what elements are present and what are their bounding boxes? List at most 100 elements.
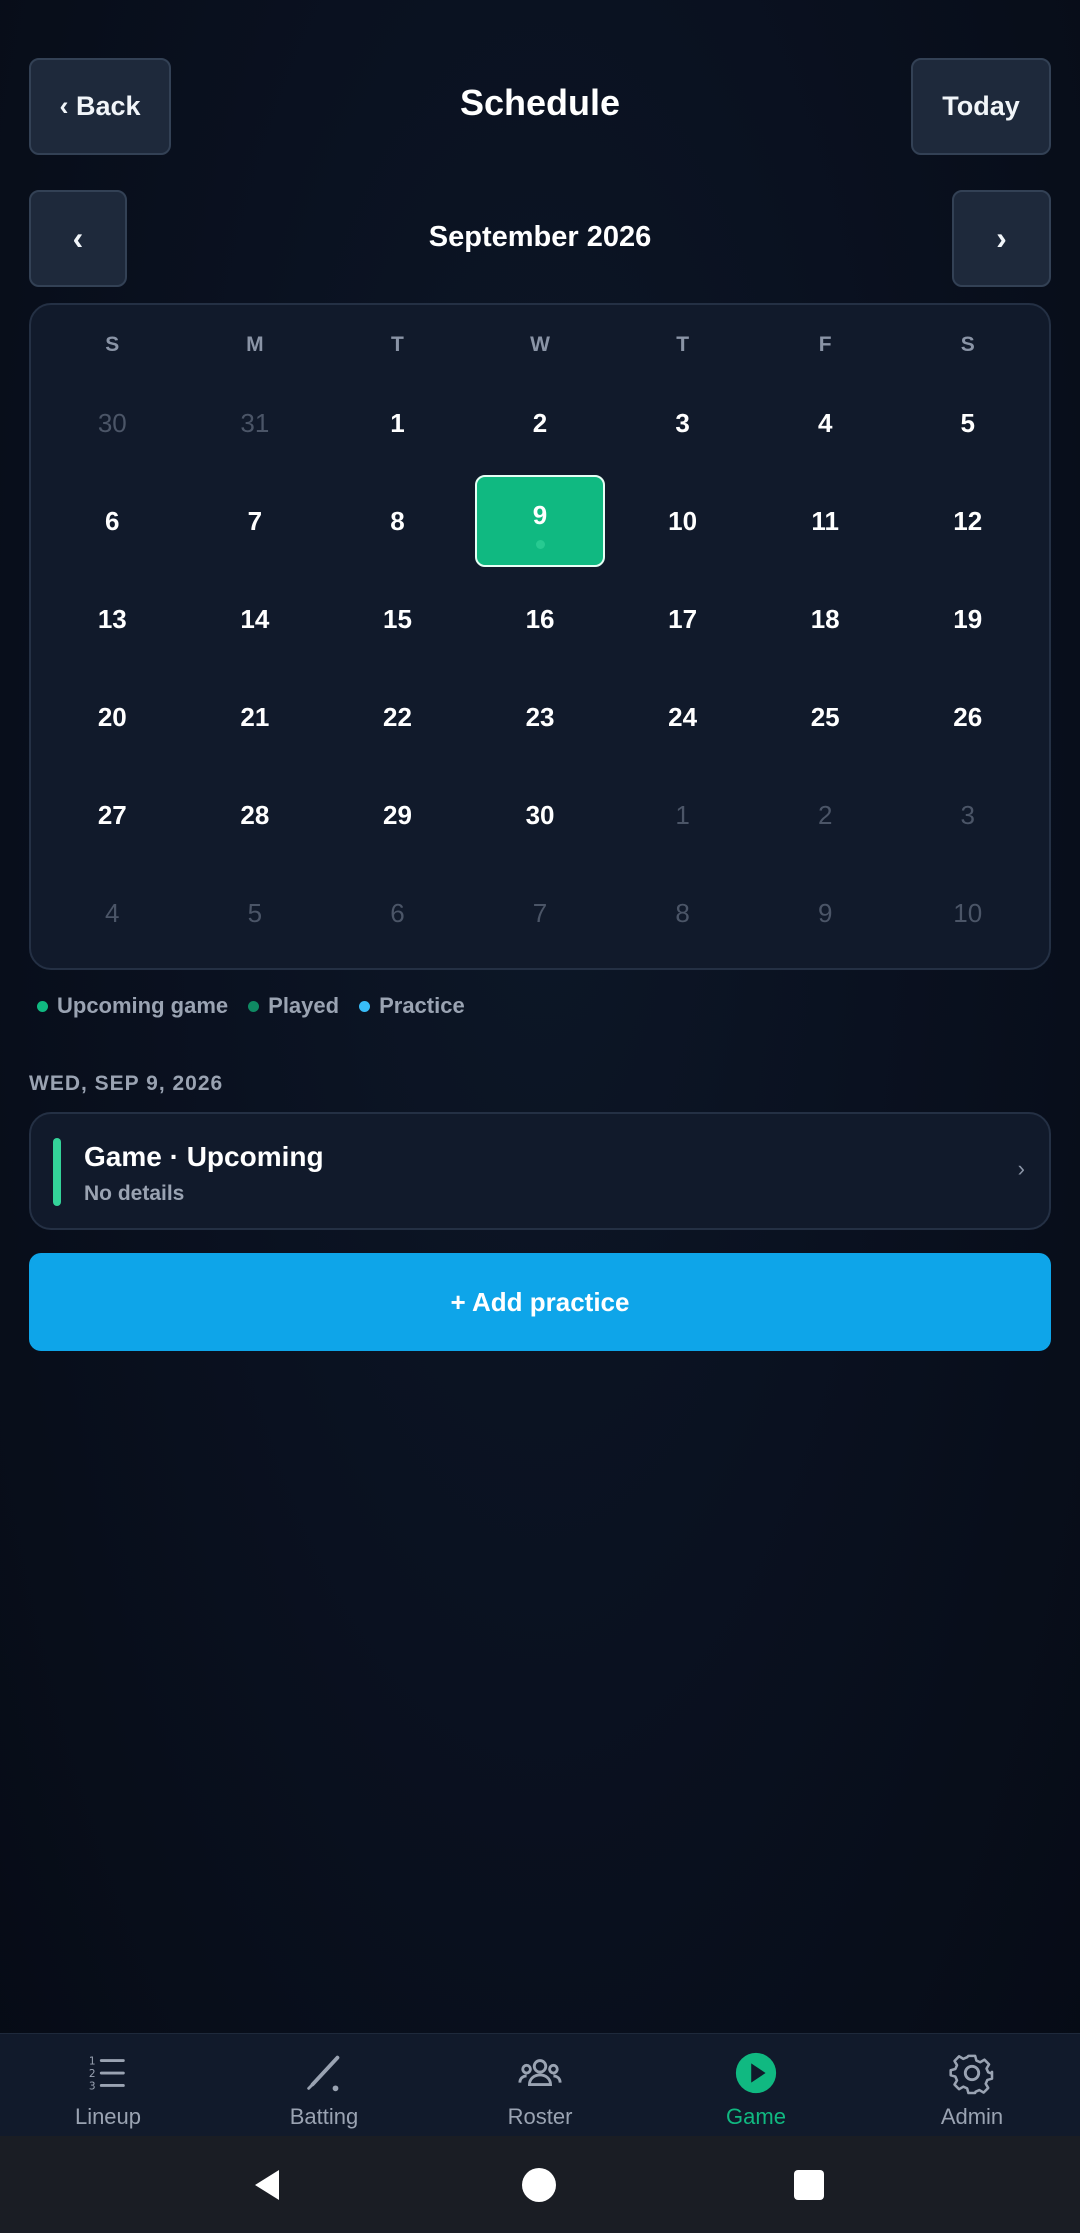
calendar-day[interactable]: 30: [41, 377, 184, 469]
calendar-day-number: 4: [817, 407, 833, 438]
calendar-day[interactable]: 23: [469, 671, 612, 763]
calendar-day[interactable]: 8: [326, 475, 469, 567]
legend-label: Upcoming game: [57, 993, 229, 1018]
calendar-day[interactable]: 12: [896, 475, 1039, 567]
calendar-day-number: 12: [953, 505, 983, 536]
calendar-day-selected[interactable]: 9: [469, 475, 612, 567]
svg-text:2: 2: [89, 2068, 96, 2080]
calendar-day[interactable]: 7: [469, 867, 612, 959]
calendar-day[interactable]: 11: [754, 475, 897, 567]
calendar-day-number: 4: [105, 897, 120, 928]
weekday-label: T: [391, 333, 404, 356]
nav-label: Admin: [940, 2104, 1004, 2129]
calendar-day[interactable]: 20: [41, 671, 184, 763]
system-navigation-bar: [0, 2136, 1080, 2233]
calendar-day[interactable]: 3: [611, 377, 754, 469]
calendar-day[interactable]: 5: [896, 377, 1039, 469]
event-dot-icon: [536, 540, 546, 549]
weekday-label: S: [960, 333, 975, 356]
legend-dot-icon: [359, 1000, 371, 1012]
calendar-day-number: 15: [382, 603, 412, 634]
calendar-grid: S M T W T F S 30 31 1 2 3 4 5 6 7 8 9 10 11 12 13 14 15 1…: [29, 303, 1051, 970]
calendar-day[interactable]: 4: [41, 867, 184, 959]
calendar-day[interactable]: 16: [469, 573, 612, 665]
calendar-day[interactable]: 5: [184, 867, 327, 959]
legend-upcoming-game: Upcoming game: [37, 993, 228, 1019]
add-practice-button[interactable]: + Add practice: [29, 1253, 1051, 1351]
svg-text:1: 1: [89, 2055, 96, 2067]
group-icon: [518, 2059, 562, 2086]
calendar-day[interactable]: 1: [326, 377, 469, 469]
calendar-day-number: 13: [97, 603, 127, 634]
calendar-day-number: 14: [240, 603, 270, 634]
legend-played: Played: [248, 993, 339, 1019]
nav-item-game[interactable]: Game: [648, 2034, 864, 2136]
calendar-week-row: 13 14 15 16 17 18 19: [31, 573, 1049, 665]
today-button[interactable]: Today: [911, 58, 1051, 155]
nav-item-roster[interactable]: Roster: [432, 2034, 648, 2136]
calendar-day-number: 2: [817, 799, 833, 830]
calendar-day[interactable]: 10: [611, 475, 754, 567]
recents-square-icon: [794, 2169, 824, 2200]
calendar-week-row: 6 7 8 9 10 11 12: [31, 475, 1049, 567]
next-month-button[interactable]: ›: [952, 190, 1051, 287]
nav-label: Batting: [289, 2104, 359, 2129]
calendar-day[interactable]: 30: [469, 769, 612, 861]
weekday-header: S M T W T F S: [31, 333, 1049, 363]
calendar-day[interactable]: 10: [896, 867, 1039, 959]
nav-item-batting[interactable]: Batting: [216, 2034, 432, 2136]
calendar-day-number: 8: [390, 505, 405, 536]
event-card[interactable]: Game · Upcoming No details ›: [29, 1112, 1051, 1230]
calendar-day[interactable]: 22: [326, 671, 469, 763]
calendar-day[interactable]: 3: [896, 769, 1039, 861]
nav-item-admin[interactable]: Admin: [864, 2034, 1080, 2136]
calendar-day[interactable]: 9: [754, 867, 897, 959]
calendar-day[interactable]: 4: [754, 377, 897, 469]
calendar-day-number: 9: [532, 499, 548, 530]
month-label: September 2026: [428, 221, 652, 253]
weekday-label: T: [676, 333, 690, 356]
gear-icon: [949, 2054, 994, 2095]
calendar-day[interactable]: 15: [326, 573, 469, 665]
weekday-label: M: [246, 333, 264, 356]
calendar-day-number: 20: [97, 701, 127, 732]
calendar-day[interactable]: 6: [326, 867, 469, 959]
calendar-day[interactable]: 8: [611, 867, 754, 959]
legend-practice: Practice: [359, 993, 465, 1019]
bottom-nav: 1 2 3 Lineup Batting Roster Game Admin: [0, 2033, 1080, 2136]
calendar-day-number: 10: [668, 505, 698, 536]
calendar-day-number: 22: [382, 701, 412, 732]
calendar-day[interactable]: 19: [896, 573, 1039, 665]
nav-label: Game: [726, 2104, 786, 2129]
nav-label: Roster: [507, 2104, 573, 2129]
calendar-day-number: 9: [817, 897, 833, 928]
calendar-day[interactable]: 2: [469, 377, 612, 469]
calendar-day[interactable]: 13: [41, 573, 184, 665]
nav-item-lineup[interactable]: 1 2 3 Lineup: [0, 2034, 216, 2136]
calendar-day[interactable]: 21: [184, 671, 327, 763]
calendar-day[interactable]: 25: [754, 671, 897, 763]
system-home-button[interactable]: [489, 2136, 589, 2233]
calendar-day[interactable]: 14: [184, 573, 327, 665]
calendar-day[interactable]: 18: [754, 573, 897, 665]
event-subtitle: No details: [84, 1182, 185, 1205]
calendar-day[interactable]: 2: [754, 769, 897, 861]
system-back-button[interactable]: [217, 2136, 317, 2233]
calendar-day-number: 10: [953, 897, 983, 928]
calendar-day[interactable]: 17: [611, 573, 754, 665]
calendar-day[interactable]: 31: [184, 377, 327, 469]
calendar-day[interactable]: 1: [611, 769, 754, 861]
calendar-day[interactable]: 7: [184, 475, 327, 567]
calendar-day-number: 28: [240, 799, 270, 830]
chevron-right-icon: ›: [1017, 1156, 1025, 1181]
calendar-day-number: 3: [675, 407, 690, 438]
legend-dot-icon: [37, 1000, 48, 1012]
system-recents-button[interactable]: [759, 2136, 859, 2233]
calendar-day[interactable]: 29: [326, 769, 469, 861]
calendar-day[interactable]: 6: [41, 475, 184, 567]
calendar-day[interactable]: 28: [184, 769, 327, 861]
calendar-day[interactable]: 27: [41, 769, 184, 861]
calendar-day[interactable]: 26: [896, 671, 1039, 763]
bat-icon: [307, 2055, 340, 2092]
calendar-day[interactable]: 24: [611, 671, 754, 763]
